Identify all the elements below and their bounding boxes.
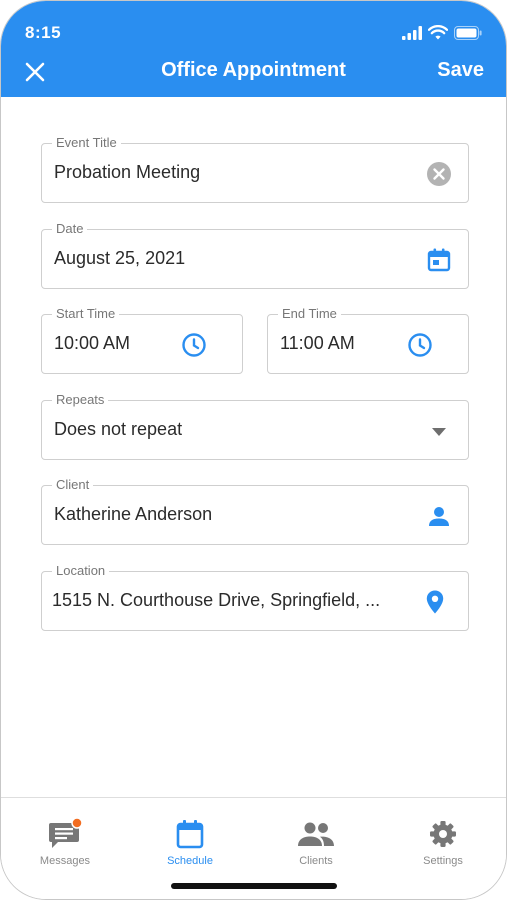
battery-icon [454, 25, 482, 40]
people-icon [298, 822, 334, 846]
start-time-field[interactable]: Start Time 10:00 AM [41, 306, 243, 374]
clear-icon[interactable] [426, 161, 452, 187]
start-time-label: Start Time [52, 306, 120, 322]
nav-item-messages[interactable]: Messages [15, 818, 115, 867]
event-title-field[interactable]: Event Title Probation Meeting [41, 135, 469, 203]
app-header: 8:15 Office Appointment Save [1, 1, 506, 97]
repeats-dropdown[interactable]: Repeats Does not repeat [41, 392, 469, 460]
status-bar-time: 8:15 [25, 23, 62, 42]
date-value: August 25, 2021 [54, 248, 186, 268]
location-field[interactable]: Location 1515 N. Courthouse Drive, Sprin… [41, 563, 469, 631]
signal-icon [402, 25, 422, 40]
event-title-label: Event Title [52, 135, 121, 151]
start-time-value: 10:00 AM [54, 333, 131, 353]
client-value: Katherine Anderson [54, 504, 213, 524]
person-icon[interactable] [426, 503, 452, 529]
location-value: 1515 N. Courthouse Drive, Springfield, .… [52, 590, 381, 610]
repeats-label: Repeats [52, 392, 109, 408]
gear-icon [430, 821, 456, 847]
end-time-label: End Time [278, 306, 341, 322]
home-indicator[interactable] [171, 883, 337, 889]
calendar-icon[interactable] [426, 247, 452, 273]
phone-screen: 8:15 Office Appointment Save Event Title… [0, 0, 507, 900]
repeats-value: Does not repeat [54, 419, 183, 439]
clock-icon[interactable] [407, 332, 433, 358]
clock-icon[interactable] [181, 332, 207, 358]
end-time-field[interactable]: End Time 11:00 AM [267, 306, 469, 374]
date-label: Date [52, 221, 88, 237]
dropdown-arrow-icon[interactable] [426, 418, 452, 444]
event-title-value: Probation Meeting [54, 162, 201, 182]
nav-label-settings: Settings [423, 855, 463, 867]
client-field[interactable]: Client Katherine Anderson [41, 477, 469, 545]
message-icon [49, 818, 83, 848]
save-button[interactable]: Save [437, 59, 484, 82]
wifi-icon [428, 25, 448, 40]
nav-label-clients: Clients [299, 855, 333, 867]
nav-item-clients[interactable]: Clients [266, 818, 366, 867]
calendar-icon [176, 820, 204, 849]
status-bar-icons [402, 25, 482, 40]
nav-item-settings[interactable]: Settings [393, 818, 493, 867]
notification-badge [71, 818, 83, 829]
location-label: Location [52, 563, 110, 579]
date-field[interactable]: Date August 25, 2021 [41, 221, 469, 289]
end-time-value: 11:00 AM [280, 333, 355, 353]
client-label: Client [52, 477, 94, 493]
location-pin-icon[interactable] [422, 589, 448, 615]
nav-item-schedule[interactable]: Schedule [140, 818, 240, 867]
page-title: Office Appointment [161, 59, 346, 81]
nav-label-messages: Messages [39, 855, 91, 867]
nav-label-schedule: Schedule [167, 855, 213, 867]
